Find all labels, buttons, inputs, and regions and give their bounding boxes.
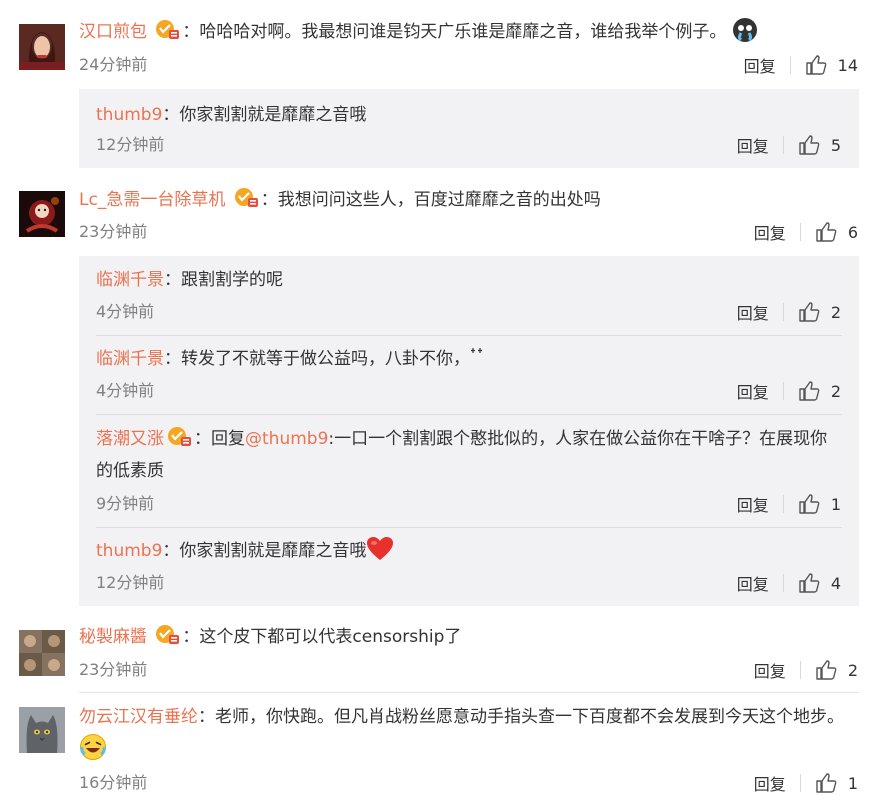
tears-emoji-icon bbox=[732, 18, 757, 42]
comment-time: 23分钟前 bbox=[79, 660, 148, 679]
divider bbox=[96, 335, 842, 336]
like-count: 2 bbox=[830, 381, 841, 401]
like-count: 6 bbox=[847, 222, 858, 242]
username-link[interactable]: 勿云江汉有垂纶 bbox=[79, 707, 198, 727]
thumbs-up-icon[interactable] bbox=[798, 134, 820, 156]
username-link[interactable]: Lc_急需一台除草机 bbox=[79, 190, 225, 210]
divider bbox=[782, 136, 784, 154]
like-count: 2 bbox=[847, 660, 858, 680]
thumbs-up-icon[interactable] bbox=[798, 572, 820, 594]
comment-time: 23分钟前 bbox=[79, 222, 148, 241]
comment-text: 老师，你快跑。但凡肖战粉丝愿意动手指头查一下百度都不会发展到今天这个地步。 bbox=[215, 707, 844, 727]
reply-button[interactable]: 回复 bbox=[744, 53, 776, 77]
reply-time: 4分钟前 bbox=[96, 381, 155, 400]
like-count: 14 bbox=[837, 55, 858, 75]
username-link[interactable]: 落潮又涨 bbox=[96, 429, 164, 449]
thumbs-up-icon[interactable] bbox=[815, 659, 837, 681]
vip-badge-icon bbox=[156, 625, 180, 644]
comment-time: 16分钟前 bbox=[79, 773, 148, 792]
reply-text: 你家割割就是靡靡之音哦 bbox=[179, 541, 367, 561]
reply-item: 临渊千景：跟割割学的呢 bbox=[96, 270, 283, 290]
divider bbox=[799, 223, 801, 241]
heart-icon bbox=[367, 537, 394, 560]
reply-text: 你家割割就是靡靡之音哦 bbox=[179, 105, 367, 125]
divider bbox=[782, 382, 784, 400]
comment-text: 我想问问这些人，百度过靡靡之音的出处吗 bbox=[277, 190, 601, 210]
reply-button[interactable]: 回复 bbox=[754, 658, 786, 682]
divider bbox=[79, 692, 859, 693]
like-count: 2 bbox=[830, 302, 841, 322]
reply-item: thumb9：你家割割就是靡靡之音哦 bbox=[96, 535, 842, 567]
divider bbox=[789, 56, 791, 74]
like-count: 5 bbox=[830, 135, 841, 155]
thumbs-up-icon[interactable] bbox=[798, 380, 820, 402]
username-link[interactable]: thumb9 bbox=[96, 541, 162, 561]
thumbs-up-icon[interactable] bbox=[815, 772, 837, 794]
reply-text: 跟割割学的呢 bbox=[181, 270, 283, 290]
divider bbox=[782, 303, 784, 321]
username-link[interactable]: 秘製麻醬 bbox=[79, 627, 147, 647]
reply-button[interactable]: 回复 bbox=[754, 771, 786, 795]
username-link[interactable]: 临渊千景 bbox=[96, 349, 164, 369]
divider bbox=[782, 574, 784, 592]
username-link[interactable]: thumb9 bbox=[96, 105, 162, 125]
avatar[interactable] bbox=[19, 630, 65, 676]
reply-button[interactable]: 回复 bbox=[754, 220, 786, 244]
reply-item: 临渊千景：转发了不就等于做公益吗，八卦不你， bbox=[96, 343, 842, 375]
like-count: 4 bbox=[830, 573, 841, 593]
reply-button[interactable]: 回复 bbox=[737, 492, 769, 516]
vip-badge-icon bbox=[168, 427, 191, 446]
reply-item: 落潮又涨 ：回复@thumb9:一口一个割割跟个憨批似的，人家在做公益你在干啥子？… bbox=[96, 423, 842, 487]
reply-list: 临渊千景：跟割割学的呢 4分钟前 回复 2 临渊千景：转发了不就等于做公益吗，八… bbox=[79, 256, 859, 606]
divider bbox=[96, 414, 842, 415]
reply-time: 4分钟前 bbox=[96, 302, 155, 321]
comment-text: 这个皮下都可以代表censorship了 bbox=[199, 627, 462, 647]
mention-link[interactable]: @thumb9 bbox=[245, 429, 328, 449]
username-link[interactable]: 临渊千景 bbox=[96, 270, 164, 290]
divider bbox=[799, 661, 801, 679]
reply-button[interactable]: 回复 bbox=[737, 379, 769, 403]
username-link[interactable]: 汉口煎包 bbox=[79, 22, 147, 42]
thumbs-up-icon[interactable] bbox=[815, 221, 837, 243]
reply-text: 转发了不就等于做公益吗，八卦不你， bbox=[181, 349, 470, 369]
reply-time: 9分钟前 bbox=[96, 494, 155, 513]
vip-badge-icon bbox=[234, 188, 258, 207]
avatar[interactable] bbox=[19, 24, 65, 70]
reply-item: thumb9：你家割割就是靡靡之音哦 bbox=[96, 105, 367, 125]
reply-button[interactable]: 回复 bbox=[737, 133, 769, 157]
divider bbox=[96, 527, 842, 528]
thumbs-up-icon[interactable] bbox=[798, 301, 820, 323]
like-count: 1 bbox=[830, 494, 841, 514]
avatar[interactable] bbox=[19, 191, 65, 237]
reply-button[interactable]: 回复 bbox=[737, 571, 769, 595]
comment-time: 24分钟前 bbox=[79, 55, 148, 74]
thumbs-up-icon[interactable] bbox=[805, 54, 827, 76]
comment-text: 哈哈哈对啊。我最想问谁是钧天广乐谁是靡靡之音，谁给我举个例子。 bbox=[199, 22, 727, 42]
like-count: 1 bbox=[847, 773, 858, 793]
reply-button[interactable]: 回复 bbox=[737, 300, 769, 324]
thumbs-up-icon[interactable] bbox=[798, 493, 820, 515]
avatar[interactable] bbox=[19, 707, 65, 753]
emoticon-icon bbox=[471, 348, 482, 353]
vip-badge-icon bbox=[156, 20, 180, 39]
divider bbox=[782, 495, 784, 513]
divider bbox=[799, 774, 801, 792]
reply-list: thumb9：你家割割就是靡靡之音哦 12分钟前 回复 5 bbox=[79, 89, 859, 168]
reply-time: 12分钟前 bbox=[96, 573, 165, 592]
laughing-emoji-icon bbox=[80, 734, 106, 760]
reply-time: 12分钟前 bbox=[96, 135, 165, 154]
